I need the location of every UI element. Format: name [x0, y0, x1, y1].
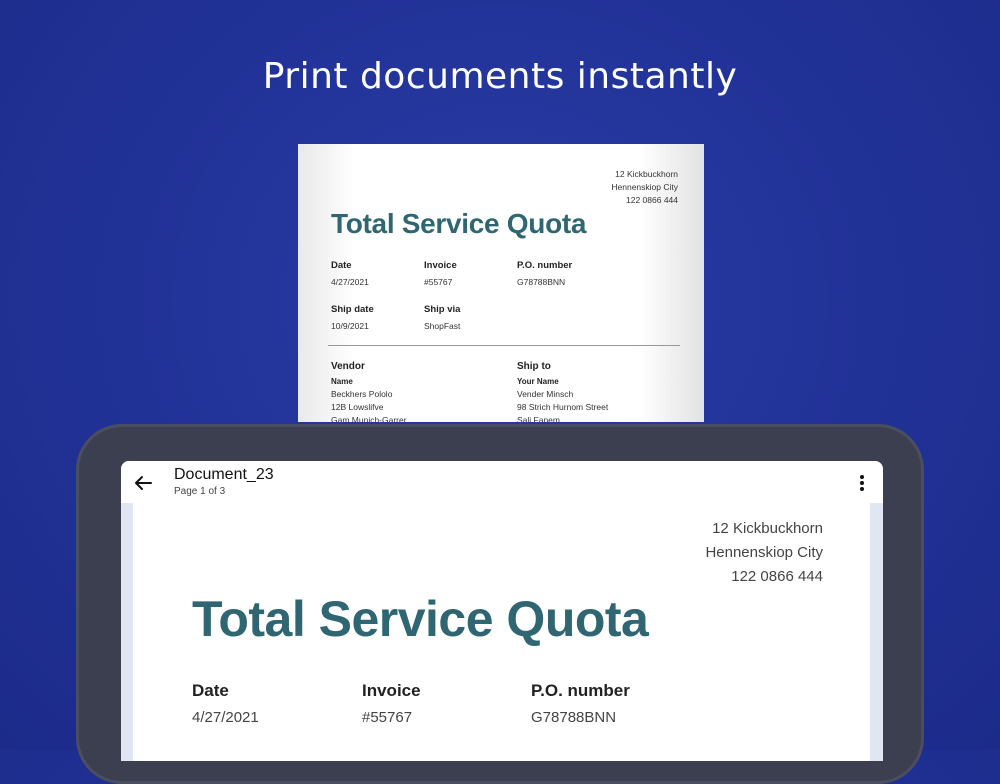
page-invoice-value: #55767 [362, 709, 413, 726]
paper-ship-date: Ship date 10/9/2021 [331, 304, 374, 331]
vendor-name-label: Name [331, 377, 353, 386]
vendor-line: 12B Lowslifve [331, 402, 384, 412]
paper-invoice-value: #55767 [424, 277, 453, 287]
vendor-line: Gam Munich-Garrer [331, 415, 407, 422]
page-po: P.O. number G78788BNN [531, 681, 630, 726]
page-address-line: 12 Kickbuckhorn [712, 520, 823, 537]
tablet-screen: Document_23 Page 1 of 3 12 Kickbuckhorn … [121, 461, 883, 761]
document-name: Document_23 [174, 466, 274, 483]
app-bar: Document_23 Page 1 of 3 [121, 461, 883, 503]
page-invoice: Invoice #55767 [362, 681, 421, 726]
page-date-label: Date [192, 681, 229, 700]
page-invoice-label: Invoice [362, 681, 421, 700]
paper-ship-via-label: Ship via [424, 304, 461, 315]
paper-date-label: Date [331, 260, 352, 271]
paper-address: 12 Kickbuckhorn Hennenskiop City 122 086… [611, 168, 678, 207]
paper-ship-to: Ship to Your Name Vender Minsch 98 Stric… [517, 360, 608, 422]
page-address: 12 Kickbuckhorn Hennenskiop City 122 086… [705, 517, 823, 589]
document-page: 12 Kickbuckhorn Hennenskiop City 122 086… [133, 503, 870, 761]
paper-sheet: 12 Kickbuckhorn Hennenskiop City 122 086… [298, 144, 704, 422]
ship-to-line: Vender Minsch [517, 389, 574, 399]
ship-to-line: 98 Strich Hurnom Street [517, 402, 609, 412]
paper-ship-date-value: 10/9/2021 [331, 321, 369, 331]
vendor-line: Beckhers Pololo [331, 389, 393, 399]
paper-address-line: 12 Kickbuckhorn [615, 169, 678, 179]
paper-vendor: Vendor Name Beckhers Pololo 12B Lowslifv… [331, 360, 407, 422]
paper-divider [328, 345, 680, 346]
page-date-value: 4/27/2021 [192, 709, 259, 726]
paper-date-value: 4/27/2021 [331, 277, 369, 287]
paper-address-line: 122 0866 444 [626, 195, 678, 205]
page-po-value: G78788BNN [531, 709, 617, 726]
paper-address-line: Hennenskiop City [611, 182, 678, 192]
vendor-heading: Vendor [331, 361, 365, 372]
ship-to-heading: Ship to [517, 361, 551, 372]
more-vertical-icon [860, 475, 864, 491]
page-indicator: Page 1 of 3 [174, 486, 226, 497]
paper-ship-via-value: ShopFast [424, 321, 461, 331]
paper-date: Date 4/27/2021 [331, 260, 369, 287]
paper-invoice-label: Invoice [424, 260, 457, 271]
headline: Print documents instantly [262, 56, 738, 97]
paper-title: Total Service Quota [331, 208, 587, 239]
page-address-line: 122 0866 444 [731, 568, 823, 585]
ship-to-line: Sali Fanem [517, 415, 560, 422]
page-po-label: P.O. number [531, 681, 630, 700]
overflow-menu-button[interactable] [849, 469, 875, 497]
paper-po-label: P.O. number [517, 260, 573, 271]
ship-to-name-label: Your Name [517, 377, 559, 386]
printed-paper: 12 Kickbuckhorn Hennenskiop City 122 086… [298, 144, 704, 422]
page-address-line: Hennenskiop City [705, 544, 823, 561]
paper-invoice: Invoice #55767 [424, 260, 457, 287]
paper-ship-date-label: Ship date [331, 304, 374, 315]
back-button[interactable] [129, 469, 157, 497]
paper-ship-via: Ship via ShopFast [424, 304, 460, 331]
page-title: Total Service Quota [192, 591, 649, 647]
paper-po: P.O. number G78788BNN [517, 260, 572, 287]
arrow-back-icon [135, 476, 152, 490]
page-date: Date 4/27/2021 [192, 681, 259, 726]
paper-po-value: G78788BNN [517, 277, 566, 287]
